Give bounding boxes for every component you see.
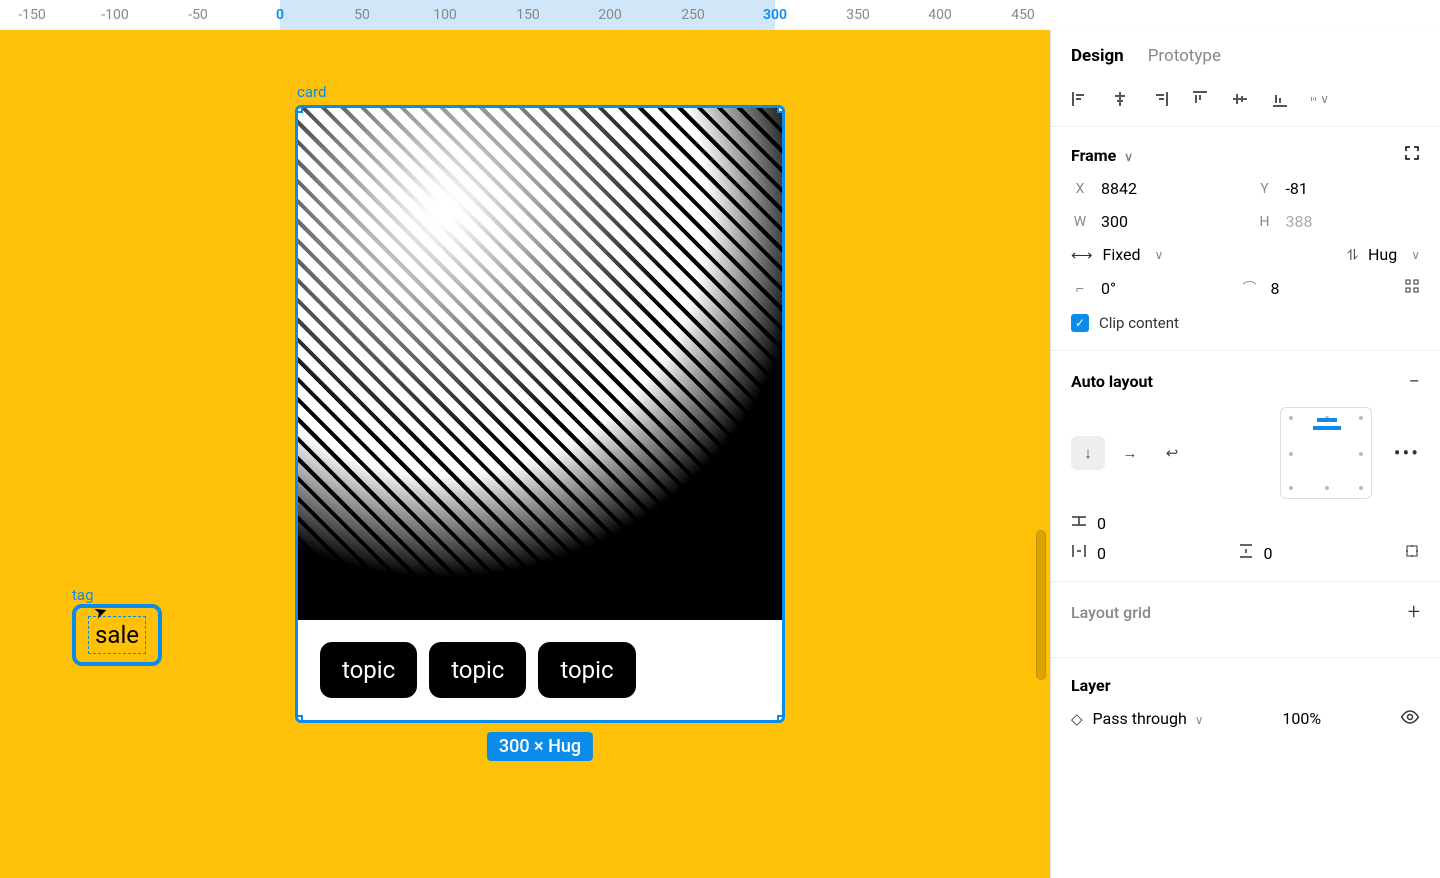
pad-v-input[interactable]: 0 bbox=[1264, 544, 1273, 563]
tag-frame[interactable]: tag ➤ sale bbox=[72, 586, 162, 666]
chevron-down-icon: ∨ bbox=[1411, 248, 1420, 262]
autolayout-section: Auto layout − ↓ → ↩ ••• 0 bbox=[1051, 351, 1440, 582]
y-label: Y bbox=[1256, 181, 1274, 197]
ruler-mark: 150 bbox=[516, 7, 540, 23]
panel-tabs: Design Prototype bbox=[1051, 30, 1440, 80]
topic-tag[interactable]: topic bbox=[429, 642, 526, 698]
align-right-icon[interactable] bbox=[1151, 90, 1169, 108]
layoutgrid-section: Layout grid + bbox=[1051, 582, 1440, 658]
pad-v-icon bbox=[1238, 543, 1254, 563]
align-h-center-icon[interactable] bbox=[1111, 90, 1129, 108]
resize-to-fit-icon[interactable] bbox=[1404, 145, 1420, 165]
canvas[interactable]: card topic topic topic 300 × Hug tag ➤ s… bbox=[0, 30, 1050, 878]
card-content[interactable]: topic topic topic bbox=[295, 105, 785, 723]
frame-section: Frame ∨ X 8842 Y -81 W 300 H 388 ⟷ Fixed ∨ ⥮… bbox=[1051, 127, 1440, 351]
h-label: H bbox=[1256, 214, 1274, 230]
width-resize-mode[interactable]: ⟷ Fixed ∨ bbox=[1071, 245, 1163, 264]
inspector-panel: Design Prototype ∨ Frame ∨ X8842 Y-81 W3… bbox=[1050, 30, 1440, 878]
add-layoutgrid-icon[interactable]: + bbox=[1408, 600, 1420, 625]
align-v-center-icon[interactable] bbox=[1231, 90, 1249, 108]
independent-corners-icon[interactable] bbox=[1404, 278, 1420, 298]
ruler-mark: 400 bbox=[928, 7, 952, 23]
align-bottom-icon[interactable] bbox=[1271, 90, 1289, 108]
radius-input[interactable]: 8 bbox=[1270, 279, 1279, 298]
clip-content-row[interactable]: ✓ Clip content bbox=[1071, 314, 1420, 332]
align-top-icon[interactable] bbox=[1191, 90, 1209, 108]
resize-v-icon: ⥮ bbox=[1347, 246, 1358, 264]
frame-title[interactable]: Frame ∨ bbox=[1071, 146, 1133, 165]
tag-element[interactable]: ➤ sale bbox=[72, 604, 162, 666]
frame-label-card[interactable]: card bbox=[297, 83, 326, 101]
blend-mode-select[interactable]: Pass through ∨ bbox=[1093, 709, 1204, 728]
autolayout-more-icon[interactable]: ••• bbox=[1394, 441, 1420, 465]
ruler-mark: -100 bbox=[101, 7, 128, 23]
frame-label-tag[interactable]: tag bbox=[72, 586, 162, 604]
x-input[interactable]: 8842 bbox=[1101, 179, 1137, 198]
alignment-row: ∨ bbox=[1051, 80, 1440, 127]
direction-vertical-button[interactable]: ↓ bbox=[1071, 436, 1105, 470]
card-tags-row: topic topic topic bbox=[298, 620, 782, 720]
ruler-mark: 450 bbox=[1011, 7, 1035, 23]
resize-handle-tl[interactable] bbox=[295, 105, 303, 113]
topic-tag[interactable]: topic bbox=[320, 642, 417, 698]
direction-wrap-button[interactable]: ↩ bbox=[1155, 436, 1189, 470]
blend-mode-icon[interactable]: ◇ bbox=[1071, 710, 1083, 728]
clip-content-label: Clip content bbox=[1099, 314, 1179, 332]
layer-title: Layer bbox=[1071, 676, 1111, 695]
tab-prototype[interactable]: Prototype bbox=[1148, 46, 1221, 66]
autolayout-title: Auto layout bbox=[1071, 372, 1153, 391]
ruler-mark: 300 bbox=[763, 7, 787, 23]
resize-handle-bl[interactable] bbox=[295, 715, 303, 723]
y-input[interactable]: -81 bbox=[1286, 179, 1308, 198]
chevron-down-icon: ∨ bbox=[1155, 248, 1164, 262]
layoutgrid-title[interactable]: Layout grid bbox=[1071, 603, 1151, 622]
card-image bbox=[298, 108, 782, 620]
card-frame[interactable]: card topic topic topic 300 × Hug bbox=[295, 105, 785, 723]
remove-autolayout-icon[interactable]: − bbox=[1409, 369, 1420, 393]
selection-size-badge: 300 × Hug bbox=[487, 732, 593, 761]
independent-padding-icon[interactable] bbox=[1404, 543, 1420, 563]
opacity-input[interactable]: 100% bbox=[1282, 709, 1321, 728]
w-input[interactable]: 300 bbox=[1101, 212, 1128, 231]
visibility-icon[interactable] bbox=[1400, 710, 1420, 728]
ruler-mark: 100 bbox=[433, 7, 457, 23]
radius-icon: ⌒ bbox=[1240, 278, 1258, 298]
chevron-down-icon: ∨ bbox=[1195, 713, 1204, 727]
ruler-mark: 200 bbox=[598, 7, 622, 23]
h-input[interactable]: 388 bbox=[1286, 212, 1313, 231]
alignment-pad[interactable] bbox=[1280, 407, 1372, 499]
resize-handle-tr[interactable] bbox=[777, 105, 785, 113]
chevron-down-icon: ∨ bbox=[1124, 150, 1133, 164]
pad-h-icon bbox=[1071, 543, 1087, 563]
ruler-mark: 0 bbox=[276, 7, 284, 23]
rotation-input[interactable]: 0° bbox=[1101, 279, 1116, 298]
direction-horizontal-button[interactable]: → bbox=[1113, 436, 1147, 470]
canvas-scrollbar[interactable] bbox=[1036, 530, 1046, 680]
gap-input[interactable]: 0 bbox=[1097, 514, 1106, 533]
clip-content-checkbox[interactable]: ✓ bbox=[1071, 314, 1089, 332]
distribute-icon[interactable]: ∨ bbox=[1311, 90, 1329, 108]
angle-icon: ⌐ bbox=[1071, 280, 1089, 297]
ruler-mark: -50 bbox=[188, 7, 208, 23]
align-left-icon[interactable] bbox=[1071, 90, 1089, 108]
horizontal-ruler[interactable]: -150 -100 -50 0 50 100 150 200 250 300 350 400 450 bbox=[0, 0, 1440, 30]
topic-tag[interactable]: topic bbox=[538, 642, 635, 698]
gap-icon bbox=[1071, 513, 1087, 533]
ruler-mark: -150 bbox=[18, 7, 45, 23]
resize-handle-br[interactable] bbox=[777, 715, 785, 723]
tab-design[interactable]: Design bbox=[1071, 46, 1124, 66]
height-resize-mode[interactable]: ⥮ Hug ∨ bbox=[1347, 245, 1420, 264]
pad-h-input[interactable]: 0 bbox=[1097, 544, 1106, 563]
ruler-mark: 350 bbox=[846, 7, 870, 23]
layer-section: Layer ◇ Pass through ∨ 100% bbox=[1051, 658, 1440, 746]
ruler-mark: 250 bbox=[681, 7, 705, 23]
w-label: W bbox=[1071, 214, 1089, 230]
x-label: X bbox=[1071, 181, 1089, 197]
ruler-mark: 50 bbox=[354, 7, 370, 23]
resize-h-icon: ⟷ bbox=[1071, 246, 1093, 264]
